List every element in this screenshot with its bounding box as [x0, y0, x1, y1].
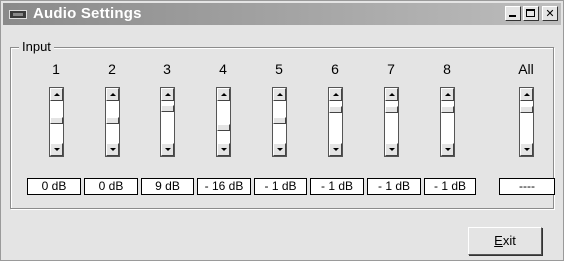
channel-4-slider-thumb[interactable]: [217, 124, 230, 131]
channel-3-value: 9 dB: [141, 178, 194, 195]
channel-1-value: 0 dB: [27, 178, 81, 195]
exit-mnemonic: E: [494, 233, 503, 248]
input-group-label: Input: [19, 39, 54, 54]
scroll-up-arrow-icon[interactable]: [161, 88, 174, 101]
all-slider-track[interactable]: [520, 101, 533, 143]
maximize-button[interactable]: [523, 6, 539, 21]
channel-7-slider-thumb[interactable]: [385, 106, 398, 113]
all-slider[interactable]: [519, 87, 534, 157]
channel-2-value: 0 dB: [84, 178, 138, 195]
scroll-down-arrow-icon[interactable]: [106, 143, 119, 156]
minimize-icon: [509, 15, 516, 17]
channel-5-slider[interactable]: [272, 87, 287, 157]
channel-5-value: - 1 dB: [254, 178, 307, 195]
title-bar[interactable]: Audio Settings ✕: [3, 3, 561, 25]
channel-4-label: 4: [219, 61, 227, 77]
channel-6-value: - 1 dB: [310, 178, 364, 195]
scroll-down-arrow-icon[interactable]: [161, 143, 174, 156]
channel-5-slider-thumb[interactable]: [273, 117, 286, 124]
scroll-up-arrow-icon[interactable]: [329, 88, 342, 101]
all-slider-thumb[interactable]: [520, 106, 533, 113]
channel-2-slider-thumb[interactable]: [106, 117, 119, 124]
scroll-down-arrow-icon[interactable]: [273, 143, 286, 156]
channel-6-slider-thumb[interactable]: [329, 106, 342, 113]
channel-1-slider[interactable]: [49, 87, 64, 157]
scroll-up-arrow-icon[interactable]: [385, 88, 398, 101]
channel-2-label: 2: [108, 61, 116, 77]
channel-7-value: - 1 dB: [367, 178, 421, 195]
channel-8-slider-track[interactable]: [441, 101, 454, 143]
all-label: All: [518, 61, 534, 77]
channel-1-slider-track[interactable]: [50, 101, 63, 143]
scroll-down-arrow-icon[interactable]: [385, 143, 398, 156]
channel-3-slider-track[interactable]: [161, 101, 174, 143]
channel-8-value: - 1 dB: [424, 178, 476, 195]
exit-button[interactable]: Exit: [468, 227, 542, 255]
scroll-down-arrow-icon[interactable]: [329, 143, 342, 156]
minimize-button[interactable]: [505, 6, 521, 21]
channel-5-label: 5: [275, 61, 283, 77]
channel-8-slider-thumb[interactable]: [441, 106, 454, 113]
channel-5-slider-track[interactable]: [273, 101, 286, 143]
channel-7-label: 7: [387, 61, 395, 77]
channel-1-slider-thumb[interactable]: [50, 117, 63, 124]
channel-3-label: 3: [163, 61, 171, 77]
channel-3-slider[interactable]: [160, 87, 175, 157]
channel-2-slider-track[interactable]: [106, 101, 119, 143]
channel-8-slider[interactable]: [440, 87, 455, 157]
audio-settings-window: Audio Settings ✕ Input 1 0 dB 2 0 dB 3 9 dB 4 -…: [0, 0, 564, 261]
channel-3-slider-thumb[interactable]: [161, 105, 174, 112]
channel-4-slider-track[interactable]: [217, 101, 230, 143]
scroll-up-arrow-icon[interactable]: [217, 88, 230, 101]
channel-6-slider[interactable]: [328, 87, 343, 157]
channel-6-slider-track[interactable]: [329, 101, 342, 143]
channel-6-label: 6: [331, 61, 339, 77]
scroll-up-arrow-icon[interactable]: [441, 88, 454, 101]
window-app-icon[interactable]: [9, 10, 27, 19]
maximize-icon: [526, 9, 535, 17]
channel-7-slider[interactable]: [384, 87, 399, 157]
channel-1-label: 1: [52, 61, 60, 77]
scroll-up-arrow-icon[interactable]: [273, 88, 286, 101]
scroll-up-arrow-icon[interactable]: [50, 88, 63, 101]
exit-label: xit: [502, 233, 516, 248]
channel-4-slider[interactable]: [216, 87, 231, 157]
channel-7-slider-track[interactable]: [385, 101, 398, 143]
scroll-down-arrow-icon[interactable]: [520, 143, 533, 156]
channel-4-value: - 16 dB: [197, 178, 251, 195]
close-button[interactable]: ✕: [542, 6, 558, 21]
scroll-down-arrow-icon[interactable]: [50, 143, 63, 156]
scroll-up-arrow-icon[interactable]: [106, 88, 119, 101]
all-value: ----: [499, 178, 555, 195]
scroll-up-arrow-icon[interactable]: [520, 88, 533, 101]
channel-2-slider[interactable]: [105, 87, 120, 157]
channel-8-label: 8: [443, 61, 451, 77]
close-icon: ✕: [545, 7, 555, 20]
window-title: Audio Settings: [33, 5, 142, 22]
scroll-down-arrow-icon[interactable]: [217, 143, 230, 156]
scroll-down-arrow-icon[interactable]: [441, 143, 454, 156]
